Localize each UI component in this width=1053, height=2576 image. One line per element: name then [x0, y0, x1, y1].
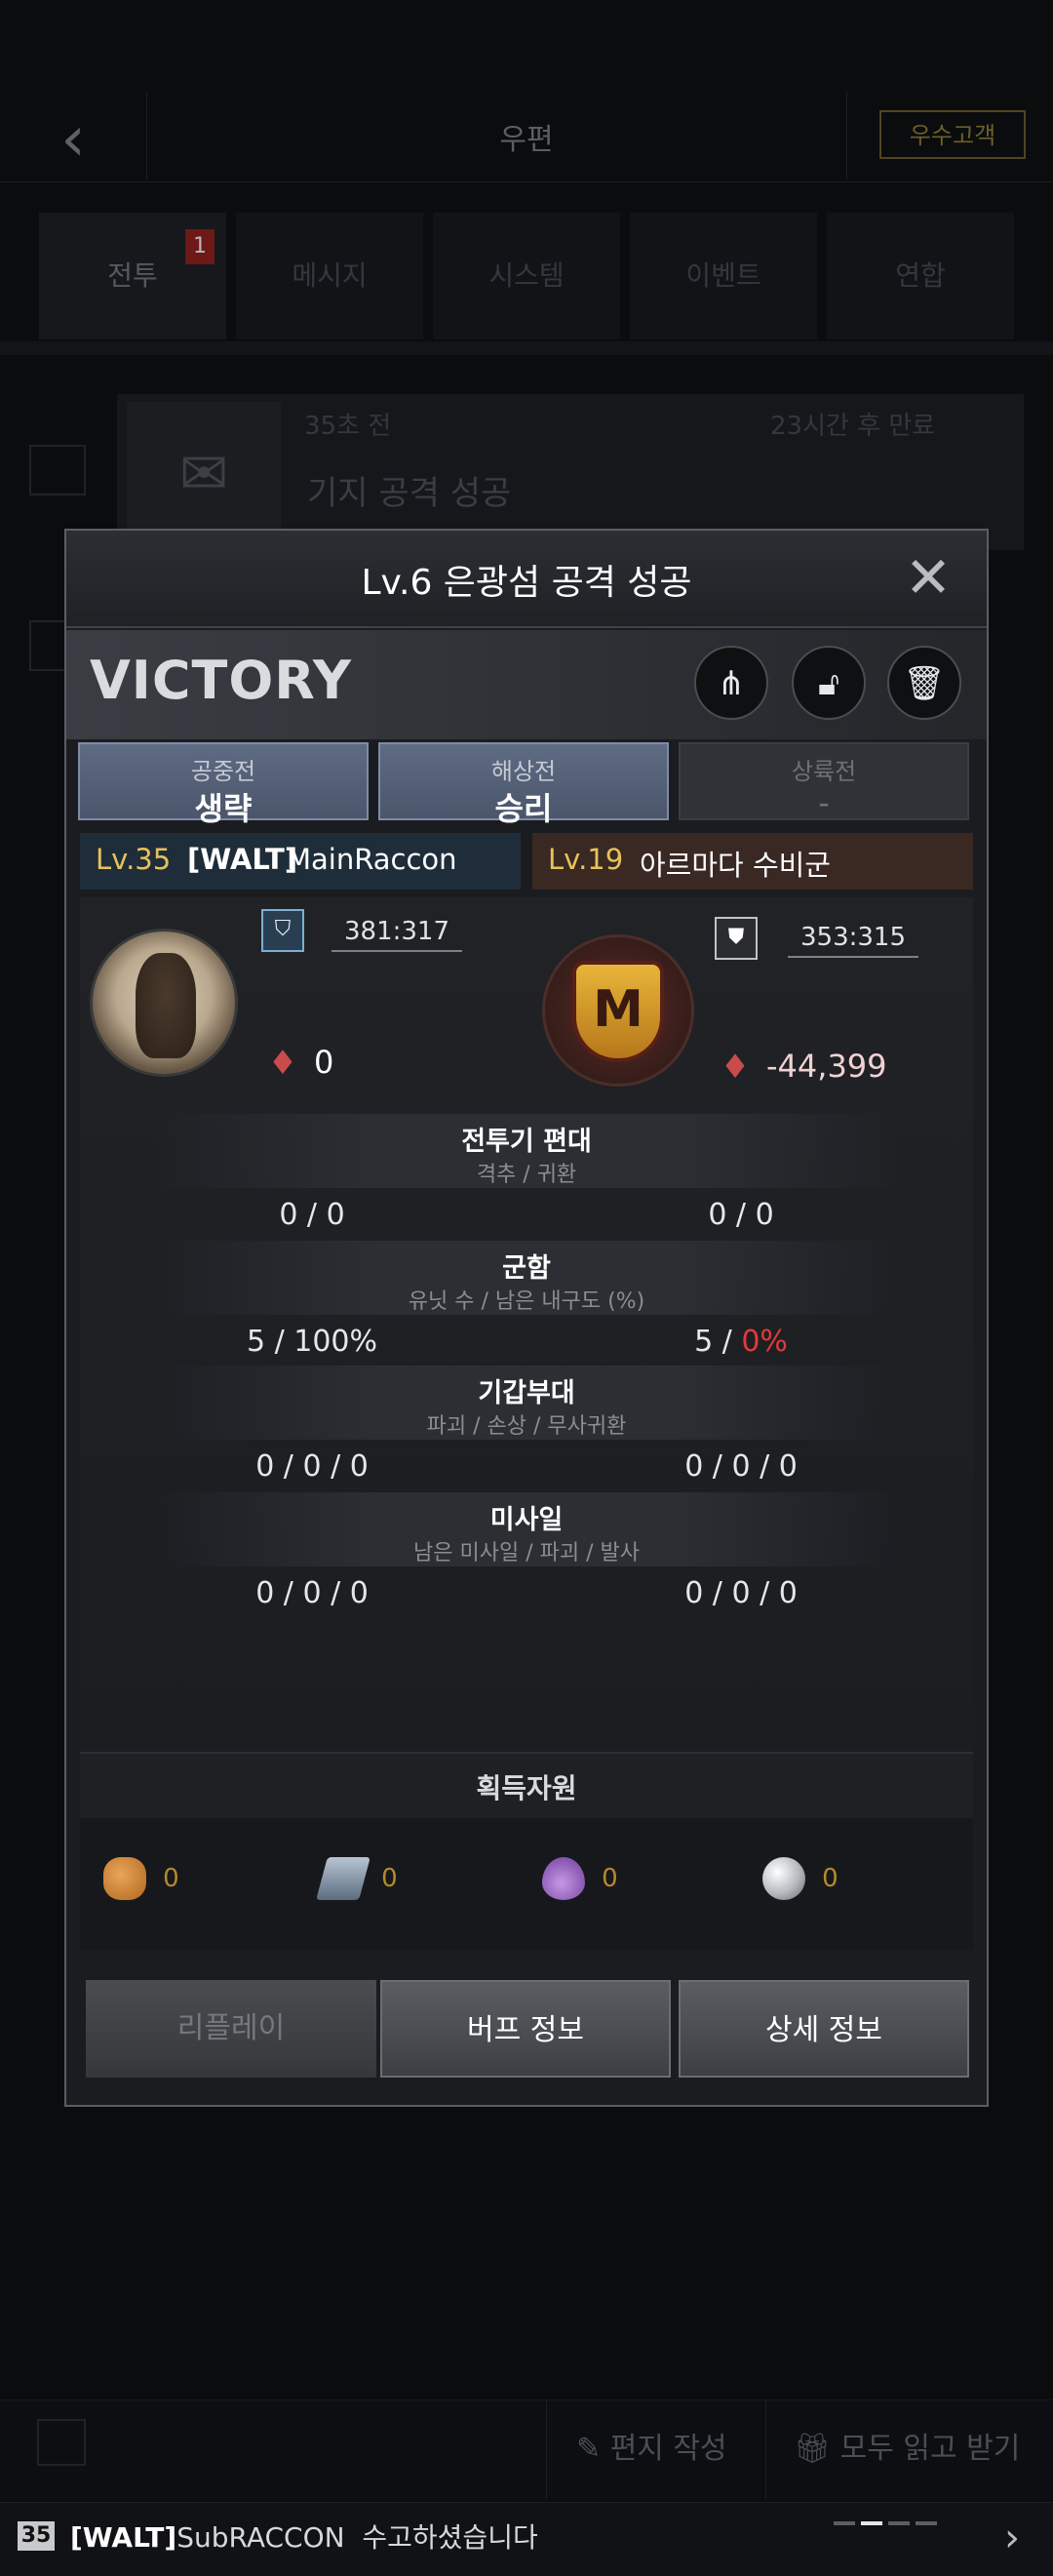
attacker-ratio: 381:317 — [332, 917, 462, 952]
defender-value: 5 / 0% — [595, 1325, 887, 1359]
tab-event[interactable]: 이벤트 — [630, 213, 817, 339]
envelope-icon: ✉ — [127, 402, 281, 546]
resources-title: 획득자원 — [476, 1772, 577, 1804]
attacker-name: MainRaccon — [287, 843, 457, 876]
phase-naval: 해상전 승리 — [378, 742, 669, 827]
resource-oil: 0 — [542, 1857, 618, 1900]
defender-durability: 0% — [741, 1325, 788, 1359]
resource-bread: 0 — [103, 1857, 179, 1900]
mail-checkbox[interactable] — [29, 445, 86, 495]
write-label: 편지 작성 — [609, 2432, 727, 2466]
steel-icon — [316, 1857, 370, 1900]
attacker-value: 0 / 0 / 0 — [255, 1576, 369, 1610]
attacker-level: Lv.35 — [96, 843, 172, 876]
defender-shield-icon: ⛊ — [715, 917, 758, 960]
buff-info-button[interactable]: 버프 정보 — [380, 1980, 671, 2078]
resource-value: 0 — [602, 1864, 618, 1893]
armada-emblem-icon: M — [572, 961, 664, 1062]
section-title-armor: 기갑부대 — [478, 1378, 575, 1408]
write-mail-button[interactable]: ✎ 편지 작성 — [546, 2399, 765, 2499]
detail-info-button[interactable]: 상세 정보 — [679, 1980, 969, 2078]
share-icon[interactable]: ⋔ — [694, 646, 768, 720]
attacker-value: 0 / 0 / 0 — [255, 1449, 369, 1484]
attacker-power: 0 — [314, 1044, 334, 1081]
defender-level: Lv.19 — [548, 843, 624, 876]
power-loss-icon: ♦ — [267, 1044, 298, 1083]
action-bar: 리플레이 버프 정보 상세 정보 — [80, 1980, 973, 2078]
attacker-value: 5 / 100% — [246, 1325, 378, 1359]
defender-value: 0 / 0 — [708, 1198, 774, 1232]
defender-bar: Lv.19 아르마다 수비군 — [532, 833, 973, 890]
unread-badge: 1 — [185, 229, 214, 264]
phase-air: 공중전 생략 — [78, 742, 369, 827]
section-subtitle: 파괴 / 손상 / 무사귀환 — [426, 1414, 627, 1439]
defender-units: 5 / — [694, 1325, 742, 1359]
phase-value: 생략 — [194, 790, 253, 827]
attacker-avatar[interactable] — [90, 929, 238, 1077]
section-title-warships: 군함 — [502, 1253, 551, 1284]
defender-value: 0 / 0 / 0 — [684, 1449, 798, 1484]
gift-icon: 🎁︎ — [794, 2432, 840, 2466]
page-title: 우편 — [499, 123, 554, 157]
phase-label: 공중전 — [190, 758, 256, 785]
section-title-fighters: 전투기 편대 — [461, 1127, 592, 1157]
section-subtitle: 유닛 수 / 남은 내구도 (%) — [408, 1289, 645, 1314]
tab-alliance[interactable]: 연합 — [827, 213, 1014, 339]
resources-panel — [80, 1818, 973, 1951]
defender-power: -44,399 — [766, 1048, 887, 1085]
attacker-value: 0 / 0 — [279, 1198, 345, 1232]
chevron-right-icon[interactable]: › — [1004, 2517, 1020, 2559]
attacker-rank-icon: ⛉ — [261, 909, 304, 952]
silver-orb-icon — [762, 1857, 805, 1900]
phase-label: 상륙전 — [791, 758, 857, 785]
chat-sender: SubRACCON — [176, 2521, 345, 2554]
attacker-bar: Lv.35 [WALT] MainRaccon — [80, 833, 521, 890]
chat-message: 수고하셨습니다 — [362, 2521, 538, 2554]
resource-steel: 0 — [316, 1857, 398, 1900]
unlock-icon[interactable]: 🔓︎ — [792, 646, 866, 720]
chat-tag: [WALT] — [70, 2521, 177, 2554]
mail-age: 35초 전 — [304, 412, 392, 441]
defender-value: 0 / 0 / 0 — [684, 1576, 798, 1610]
vip-button[interactable]: 우수고객 — [879, 110, 1026, 159]
chat-line: [WALT]SubRACCON 수고하셨습니다 — [70, 2517, 538, 2556]
delete-basket-icon[interactable]: 🗑︎ — [887, 646, 961, 720]
resource-silver: 0 — [762, 1857, 838, 1900]
chat-level-badge: 35 — [18, 2521, 55, 2551]
phase-value: 승리 — [494, 790, 553, 827]
mail-expiry: 23시간 후 만료 — [770, 412, 936, 441]
dialog-title: Lv.6 은광섬 공격 성공 — [361, 563, 692, 603]
oil-drop-icon — [542, 1857, 585, 1900]
section-subtitle: 남은 미사일 / 파괴 / 발사 — [413, 1541, 640, 1565]
phase-label: 해상전 — [490, 758, 557, 785]
section-title-missiles: 미사일 — [489, 1505, 564, 1535]
back-arrow-icon[interactable]: ‹ — [39, 105, 107, 174]
divider — [146, 92, 147, 179]
bread-icon — [103, 1857, 146, 1900]
defender-avatar[interactable]: M — [542, 934, 694, 1087]
section-subtitle: 격추 / 귀환 — [476, 1163, 577, 1187]
defender-ratio: 353:315 — [788, 923, 918, 958]
read-all-button[interactable]: 🎁︎ 모두 읽고 받기 — [765, 2399, 1053, 2499]
pen-icon: ✎ — [576, 2432, 610, 2466]
tab-message[interactable]: 메시지 — [236, 213, 423, 339]
read-all-label: 모두 읽고 받기 — [839, 2432, 1021, 2466]
resource-value: 0 — [163, 1864, 179, 1893]
phase-landing: 상륙전 - — [679, 742, 969, 821]
resource-value: 0 — [381, 1864, 398, 1893]
select-all-checkbox[interactable] — [37, 2419, 86, 2466]
tab-system[interactable]: 시스템 — [433, 213, 620, 339]
replay-button[interactable]: 리플레이 — [86, 1980, 376, 2078]
resource-value: 0 — [822, 1864, 838, 1893]
defender-name: 아르마다 수비군 — [640, 849, 831, 882]
divider — [846, 92, 847, 179]
mail-title: 기지 공격 성공 — [307, 474, 512, 513]
chat-page-indicator — [834, 2511, 943, 2529]
attacker-tag: [WALT] — [187, 843, 298, 876]
victory-label: VICTORY — [90, 650, 352, 711]
power-loss-icon: ♦ — [720, 1048, 751, 1087]
phase-value: - — [818, 784, 830, 821]
close-icon[interactable]: ✕ — [897, 546, 959, 609]
divider — [0, 341, 1053, 355]
